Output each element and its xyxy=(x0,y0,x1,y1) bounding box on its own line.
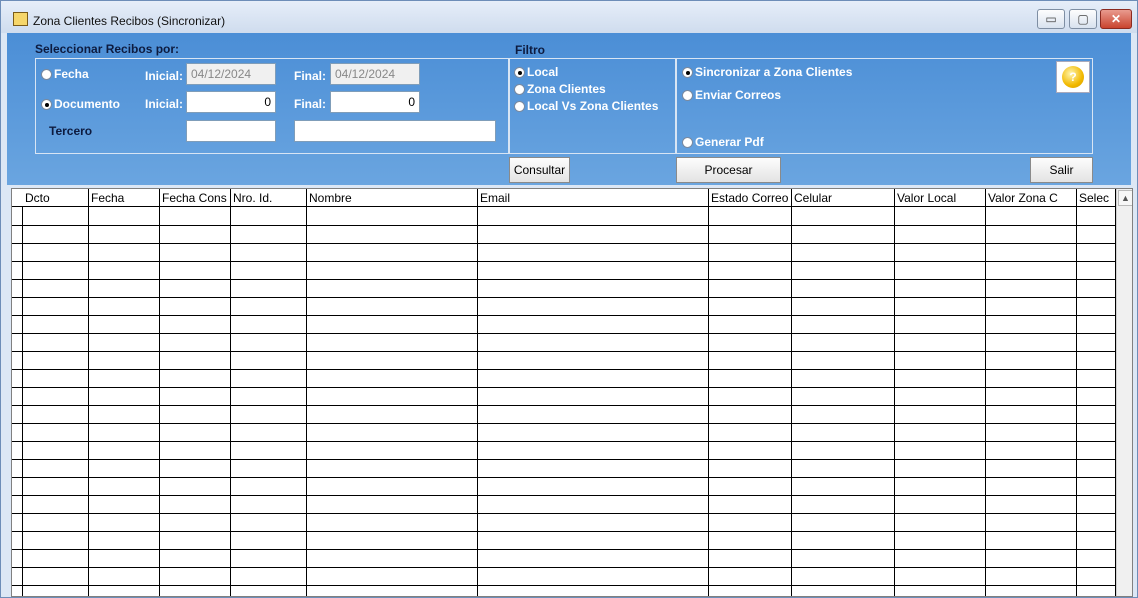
app-icon xyxy=(13,12,28,26)
table-row[interactable] xyxy=(12,531,1116,532)
grid-header: Dcto Fecha Fecha Cons Nro. Id. Nombre Email Es… xyxy=(12,189,1116,207)
table-row[interactable] xyxy=(12,477,1116,478)
tercero-code-input[interactable] xyxy=(186,120,276,142)
table-row[interactable] xyxy=(12,333,1116,334)
column-divider xyxy=(306,189,307,596)
col-valor-zona-c-header[interactable]: Valor Zona C xyxy=(986,189,1077,207)
scroll-up-arrow[interactable]: ▲ xyxy=(1118,190,1132,206)
tercero-name-input[interactable] xyxy=(294,120,496,142)
radio-documento-dot xyxy=(41,98,52,110)
fecha-inicial-label: Inicial: xyxy=(145,69,184,83)
fecha-final-label: Final: xyxy=(294,69,326,83)
col-nro-id-header[interactable]: Nro. Id. xyxy=(231,189,307,207)
doc-inicial-input[interactable]: 0 xyxy=(186,91,276,113)
radio-fecha[interactable]: Fecha xyxy=(41,67,89,81)
action-pdf-dot xyxy=(682,136,693,148)
column-divider xyxy=(708,189,709,596)
table-row[interactable] xyxy=(12,405,1116,406)
column-divider xyxy=(791,189,792,596)
table-row[interactable] xyxy=(12,261,1116,262)
fecha-inicial-input[interactable]: 04/12/2024 xyxy=(186,63,276,85)
radio-documento[interactable]: Documento xyxy=(41,97,120,111)
table-row[interactable] xyxy=(12,279,1116,280)
table-row[interactable] xyxy=(12,369,1116,370)
help-icon: ? xyxy=(1062,66,1084,88)
action-enviar-dot xyxy=(682,89,693,101)
table-row[interactable] xyxy=(12,387,1116,388)
column-divider xyxy=(159,189,160,596)
consultar-button[interactable]: Consultar xyxy=(509,157,570,183)
filtro-local-label: Local xyxy=(527,65,559,79)
table-row[interactable] xyxy=(12,495,1116,496)
table-row[interactable] xyxy=(12,549,1116,550)
table-row[interactable] xyxy=(12,243,1116,244)
col-fecha-header[interactable]: Fecha xyxy=(89,189,160,207)
table-row[interactable] xyxy=(12,423,1116,424)
radio-fecha-label: Fecha xyxy=(54,67,89,81)
filtro-heading: Filtro xyxy=(515,43,545,57)
row-selector-column[interactable] xyxy=(12,189,23,596)
table-row[interactable] xyxy=(12,315,1116,316)
salir-button[interactable]: Salir xyxy=(1030,157,1093,183)
doc-inicial-label: Inicial: xyxy=(145,97,184,111)
table-row[interactable] xyxy=(12,225,1116,226)
window-title: Zona Clientes Recibos (Sincronizar) xyxy=(33,14,226,28)
filtro-zona-dot xyxy=(514,83,525,95)
radio-fecha-dot xyxy=(41,68,52,80)
col-valor-local-header[interactable]: Valor Local xyxy=(895,189,986,207)
column-divider xyxy=(1076,189,1077,596)
action-generar-pdf[interactable]: Generar Pdf xyxy=(682,135,764,149)
table-row[interactable] xyxy=(12,297,1116,298)
fecha-final-input[interactable]: 04/12/2024 xyxy=(330,63,420,85)
receipts-grid[interactable]: Dcto Fecha Fecha Cons Nro. Id. Nombre Email Es… xyxy=(11,188,1133,597)
col-dcto-header[interactable]: Dcto xyxy=(23,189,89,207)
column-divider xyxy=(985,189,986,596)
filtro-local-vs-zona[interactable]: Local Vs Zona Clientes xyxy=(514,99,658,113)
table-row[interactable] xyxy=(12,351,1116,352)
maximize-button[interactable]: ▢ xyxy=(1069,9,1097,29)
col-email-header[interactable]: Email xyxy=(478,189,709,207)
doc-final-input[interactable]: 0 xyxy=(330,91,420,113)
table-row[interactable] xyxy=(12,585,1116,586)
filtro-zona-clientes[interactable]: Zona Clientes xyxy=(514,82,606,96)
column-divider xyxy=(477,189,478,596)
filtro-vs-dot xyxy=(514,100,525,112)
col-fecha-cons-header[interactable]: Fecha Cons xyxy=(160,189,231,207)
table-row[interactable] xyxy=(12,567,1116,568)
action-enviar-correos[interactable]: Enviar Correos xyxy=(682,88,781,102)
col-selec-header[interactable]: Selec xyxy=(1077,189,1116,207)
col-celular-header[interactable]: Celular xyxy=(792,189,895,207)
filtro-zona-label: Zona Clientes xyxy=(527,82,606,96)
filtro-local[interactable]: Local xyxy=(514,65,558,79)
tercero-label: Tercero xyxy=(49,124,93,138)
filtro-vs-label: Local Vs Zona Clientes xyxy=(527,99,659,113)
column-divider xyxy=(894,189,895,596)
column-divider xyxy=(88,189,89,596)
action-enviar-label: Enviar Correos xyxy=(695,88,782,102)
action-sincronizar-label: Sincronizar a Zona Clientes xyxy=(695,65,853,79)
close-button[interactable]: ✕ xyxy=(1100,9,1132,29)
title-bar: Zona Clientes Recibos (Sincronizar) ▭ ▢ … xyxy=(1,1,1137,33)
table-row[interactable] xyxy=(12,459,1116,460)
table-row[interactable] xyxy=(12,513,1116,514)
help-button[interactable]: ? xyxy=(1056,61,1090,93)
radio-documento-label: Documento xyxy=(54,97,120,111)
minimize-button[interactable]: ▭ xyxy=(1037,9,1065,29)
action-pdf-label: Generar Pdf xyxy=(695,135,764,149)
procesar-button[interactable]: Procesar xyxy=(676,157,781,183)
doc-final-label: Final: xyxy=(294,97,326,111)
select-heading: Seleccionar Recibos por: xyxy=(35,42,180,56)
col-estado-correo-header[interactable]: Estado Correo xyxy=(709,189,792,207)
filtro-local-dot xyxy=(514,66,525,78)
action-sincronizar[interactable]: Sincronizar a Zona Clientes xyxy=(682,65,852,79)
table-row[interactable] xyxy=(12,441,1116,442)
vertical-scrollbar[interactable]: ▲ xyxy=(1116,189,1132,596)
main-window: Zona Clientes Recibos (Sincronizar) ▭ ▢ … xyxy=(0,0,1138,598)
column-divider xyxy=(230,189,231,596)
action-sincronizar-dot xyxy=(682,66,693,78)
col-nombre-header[interactable]: Nombre xyxy=(307,189,478,207)
